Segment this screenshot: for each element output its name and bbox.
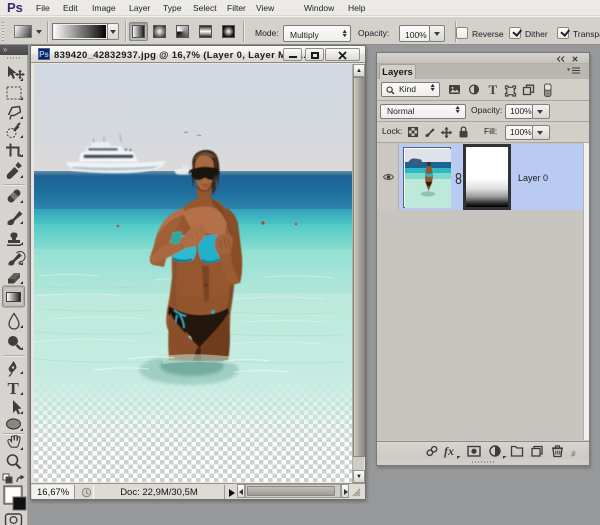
svg-text:fx: fx — [444, 444, 454, 458]
svg-text:T: T — [8, 379, 20, 398]
svg-text:T: T — [489, 82, 498, 97]
